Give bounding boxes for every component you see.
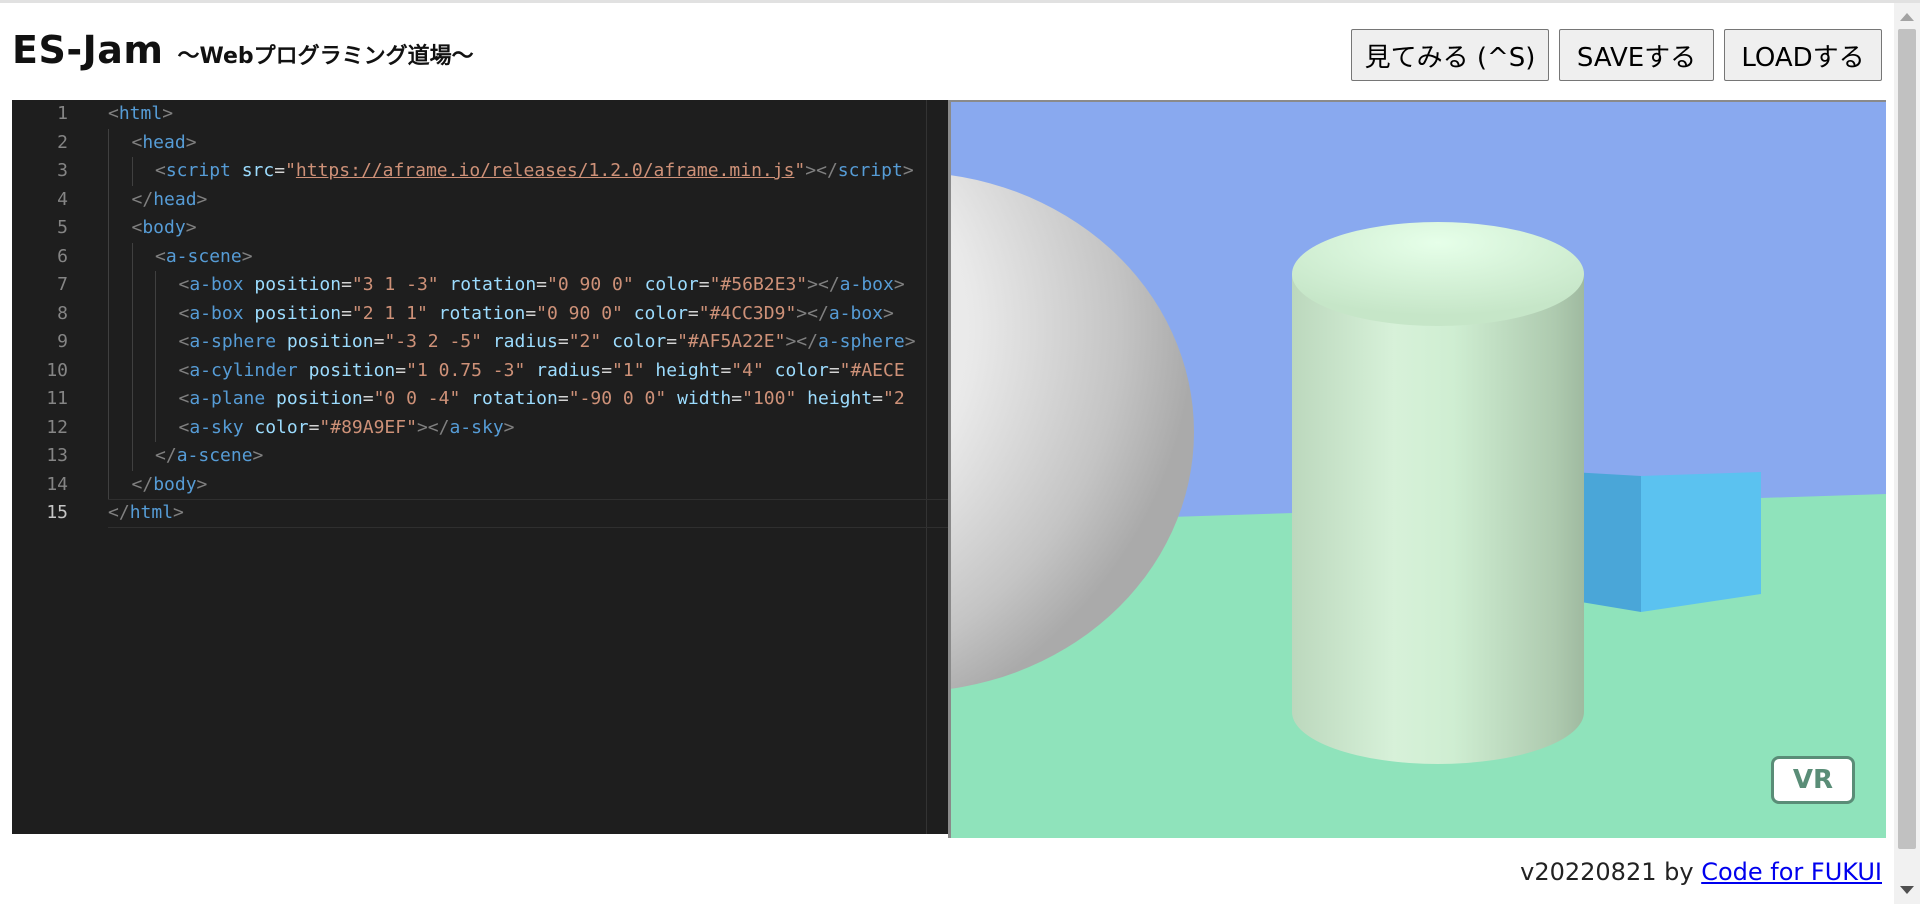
indent-guide — [108, 385, 109, 414]
indent-guide — [108, 157, 109, 186]
preview-scene — [951, 102, 1886, 838]
line-number: 12 — [46, 416, 68, 438]
app-title: ES-Jam — [12, 28, 164, 72]
cylinder-top — [1292, 222, 1584, 326]
line-number: 8 — [57, 302, 68, 324]
app-subtitle: 〜Webプログラミング道場〜 — [177, 44, 474, 69]
top-border — [0, 0, 1920, 3]
indent-guide — [108, 271, 109, 300]
indent-guide — [131, 299, 133, 328]
code-line[interactable]: <head> — [132, 129, 197, 158]
line-number: 9 — [57, 331, 68, 352]
line-number: 6 — [57, 245, 68, 267]
indent-guide — [131, 157, 133, 186]
code-line[interactable]: <a-scene> — [155, 243, 253, 272]
indent-guide — [155, 413, 156, 442]
code-line[interactable]: <script src="https://aframe.io/releases/… — [155, 157, 914, 186]
page-scrollbar[interactable] — [1894, 3, 1920, 904]
code-line[interactable]: <a-sky color="#89A9EF"></a-sky> — [179, 414, 515, 443]
line-number: 1 — [57, 103, 68, 124]
footer: v20220821 by Code for FUKUI — [1520, 858, 1882, 886]
code-line[interactable]: </a-scene> — [155, 442, 263, 471]
code-line[interactable]: </head> — [132, 186, 208, 215]
code-editor[interactable]: 1 2 3 4 5 6 7 8 9 10 11 12 13 14 15 <html> <head> <scrip… — [12, 100, 948, 834]
code-line[interactable]: <a-box position="3 1 -3" rotation="0 90 … — [179, 271, 905, 300]
indent-guide — [108, 328, 109, 357]
indent-guide — [155, 356, 156, 385]
line-number: 14 — [46, 473, 68, 495]
line-number: 13 — [46, 445, 68, 466]
load-button[interactable]: LOADする — [1724, 29, 1882, 81]
code-line[interactable]: </body> — [132, 471, 208, 500]
indent-guide — [131, 328, 133, 357]
code-for-fukui-link[interactable]: Code for FUKUI — [1701, 858, 1882, 886]
code-line[interactable]: <a-plane position="0 0 -4" rotation="-90… — [179, 385, 905, 414]
line-number: 5 — [57, 217, 68, 238]
vr-button[interactable]: VR — [1771, 756, 1855, 804]
indent-guide — [108, 128, 109, 157]
cylinder-body — [1292, 274, 1584, 764]
code-line[interactable]: <a-sphere position="-3 2 -5" radius="2" … — [179, 328, 916, 357]
indent-guide — [155, 271, 156, 300]
code-line[interactable]: <body> — [132, 214, 197, 243]
line-number: 10 — [46, 359, 68, 381]
preview-pane[interactable]: VR — [948, 100, 1886, 838]
indent-guide — [155, 385, 156, 414]
line-number: 2 — [57, 131, 68, 153]
indent-guide — [108, 185, 109, 214]
indent-guide — [131, 385, 133, 414]
view-button[interactable]: 見てみる (^S) — [1351, 29, 1549, 81]
box-front — [1641, 472, 1761, 612]
scroll-up-arrow-icon[interactable] — [1900, 13, 1914, 21]
indent-guide — [108, 242, 109, 271]
indent-guide — [108, 470, 109, 499]
indent-guide — [108, 442, 109, 471]
code-line[interactable]: <a-box position="2 1 1" rotation="0 90 0… — [179, 300, 894, 329]
line-number: 3 — [57, 160, 68, 181]
indent-guide — [131, 271, 133, 300]
line-number: 4 — [57, 188, 68, 210]
indent-guide — [108, 299, 109, 328]
indent-guide — [131, 442, 133, 471]
indent-guide — [155, 328, 156, 357]
indent-guide — [131, 242, 133, 271]
line-number: 11 — [46, 388, 68, 409]
current-line-highlight — [108, 499, 948, 528]
scrollbar-thumb[interactable] — [1898, 29, 1916, 849]
code-line[interactable]: <a-cylinder position="1 0.75 -3" radius=… — [179, 357, 905, 386]
indent-guide — [131, 413, 133, 442]
version-text: v20220821 by — [1520, 858, 1702, 886]
code-line[interactable]: <html> — [108, 100, 173, 129]
indent-guide — [108, 356, 109, 385]
indent-guide — [108, 214, 109, 243]
indent-guide — [108, 413, 109, 442]
line-number: 15 — [46, 502, 68, 523]
indent-guide — [131, 356, 133, 385]
scroll-down-arrow-icon[interactable] — [1900, 886, 1914, 894]
line-number: 7 — [57, 274, 68, 295]
indent-guide — [155, 299, 156, 328]
save-button[interactable]: SAVEする — [1559, 29, 1714, 81]
editor-ruler — [926, 100, 927, 834]
app-header: ES-Jam 〜Webプログラミング道場〜 — [12, 28, 474, 72]
